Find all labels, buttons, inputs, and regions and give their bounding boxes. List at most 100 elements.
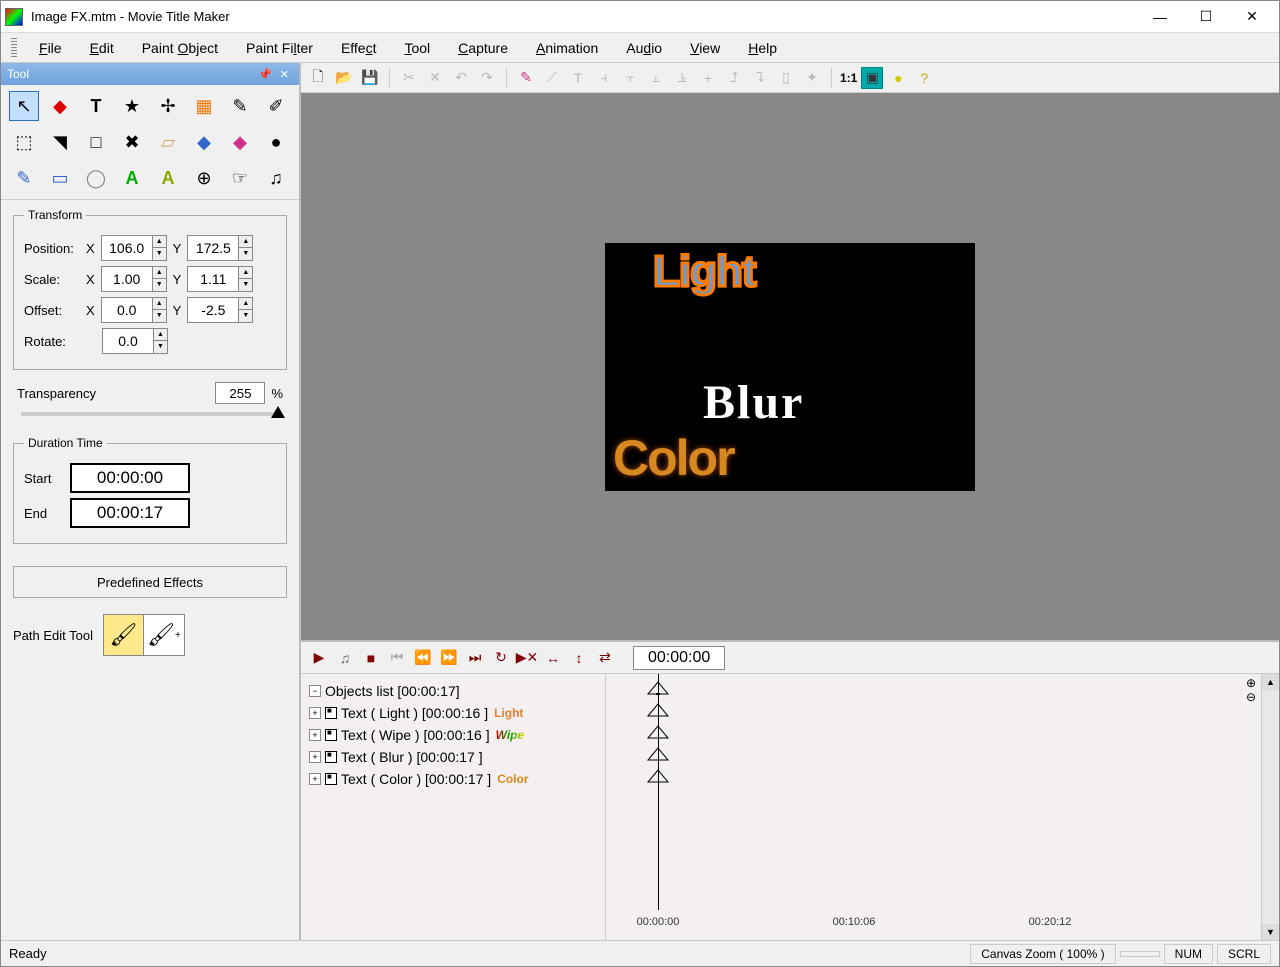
- object-row[interactable]: + Text ( Wipe ) [00:00:16 ] Wipe: [309, 724, 597, 746]
- collapse-icon[interactable]: −: [309, 685, 321, 697]
- path-add-brush-icon[interactable]: 🖌+: [144, 615, 184, 655]
- expand-icon[interactable]: +: [309, 707, 321, 719]
- track-key-color[interactable]: [646, 768, 670, 784]
- timeline-vertical-scrollbar[interactable]: ▲ ▼: [1261, 674, 1279, 940]
- scale-x-input[interactable]: ▲▼: [101, 266, 167, 292]
- rotate-input[interactable]: ▲▼: [102, 328, 168, 354]
- wand-icon[interactable]: ✦: [801, 67, 823, 89]
- canvas-text-light[interactable]: Light: [653, 247, 756, 297]
- circle-tool-icon[interactable]: ◯: [81, 163, 111, 193]
- align-center-icon[interactable]: ⫟: [619, 67, 641, 89]
- line-icon[interactable]: ⟋: [541, 67, 563, 89]
- menu-help[interactable]: Help: [736, 36, 789, 60]
- eraser-tool-icon[interactable]: ▱: [153, 127, 183, 157]
- crop-tool-icon[interactable]: ✢: [153, 91, 183, 121]
- text-a2-tool-icon[interactable]: A: [153, 163, 183, 193]
- object-row[interactable]: + Text ( Blur ) [00:00:17 ]: [309, 746, 597, 768]
- duration-start-input[interactable]: [70, 463, 190, 493]
- pen2-tool-icon[interactable]: ✐: [261, 91, 291, 121]
- star-tool-icon[interactable]: ★: [117, 91, 147, 121]
- help-icon[interactable]: ?: [913, 67, 935, 89]
- pointer-tool-icon[interactable]: ↖: [9, 91, 39, 121]
- select-area-tool-icon[interactable]: ⬚: [9, 127, 39, 157]
- position-y-input[interactable]: ▲▼: [187, 235, 253, 261]
- brush-icon[interactable]: ✎: [515, 67, 537, 89]
- keyframe-next-icon[interactable]: ▶✕: [517, 648, 537, 668]
- skip-end-icon[interactable]: ⏭: [465, 648, 485, 668]
- track-key-light[interactable]: [646, 702, 670, 718]
- timeline-tracks[interactable]: ⊕ ⊖ 00:00:00 00:10:06 00:20:12: [606, 674, 1261, 940]
- offset-y-input[interactable]: ▲▼: [187, 297, 253, 323]
- tools-icon[interactable]: ✖: [117, 127, 147, 157]
- screen-tool-icon[interactable]: ▭: [45, 163, 75, 193]
- menu-effect[interactable]: Effect: [329, 36, 389, 60]
- position-x-input[interactable]: ▲▼: [101, 235, 167, 261]
- visibility-checkbox[interactable]: [325, 707, 337, 719]
- play-icon[interactable]: ▶: [309, 648, 329, 668]
- close-button[interactable]: ✕: [1229, 2, 1275, 32]
- forward-icon[interactable]: ⏩: [439, 648, 459, 668]
- duration-end-input[interactable]: [70, 498, 190, 528]
- record-icon[interactable]: ●: [887, 67, 909, 89]
- save-file-icon[interactable]: 💾: [359, 67, 381, 89]
- object-row[interactable]: + Text ( Color ) [00:00:17 ] Color: [309, 768, 597, 790]
- repeat-icon[interactable]: ⇄: [595, 648, 615, 668]
- objects-header-row[interactable]: − Objects list [00:00:17]: [309, 680, 597, 702]
- menu-paint-filter[interactable]: Paint Filter: [234, 36, 325, 60]
- pencil-tool-icon[interactable]: ✎: [9, 163, 39, 193]
- blob-tool-icon[interactable]: ●: [261, 127, 291, 157]
- minimize-button[interactable]: —: [1137, 2, 1183, 32]
- scroll-down-icon[interactable]: ▼: [1262, 924, 1279, 940]
- predefined-effects-button[interactable]: Predefined Effects: [13, 566, 287, 598]
- add-icon[interactable]: +: [697, 67, 719, 89]
- transparency-input[interactable]: [215, 382, 265, 404]
- canvas[interactable]: Light Blur Color: [605, 243, 975, 491]
- canvas-text-color[interactable]: Color: [613, 429, 734, 487]
- loop-icon[interactable]: ↻: [491, 648, 511, 668]
- menu-animation[interactable]: Animation: [524, 36, 610, 60]
- hand-tool-icon[interactable]: ☞: [225, 163, 255, 193]
- delete-icon[interactable]: ✕: [424, 67, 446, 89]
- expand-icon[interactable]: +: [309, 773, 321, 785]
- expand-icon[interactable]: +: [309, 729, 321, 741]
- undo-icon[interactable]: ↶: [450, 67, 472, 89]
- rectangle-tool-icon[interactable]: □: [81, 127, 111, 157]
- group-icon[interactable]: ▯: [775, 67, 797, 89]
- send-back-icon[interactable]: ⮧: [749, 67, 771, 89]
- arrow-tool-icon[interactable]: ◥: [45, 127, 75, 157]
- redo-icon[interactable]: ↷: [476, 67, 498, 89]
- bucket-tool-icon[interactable]: ◆: [189, 127, 219, 157]
- screen-toggle-icon[interactable]: ▣: [861, 67, 883, 89]
- stop-icon[interactable]: ■: [361, 648, 381, 668]
- menu-view[interactable]: View: [678, 36, 732, 60]
- scroll-up-icon[interactable]: ▲: [1262, 674, 1279, 690]
- scale-y-input[interactable]: ▲▼: [187, 266, 253, 292]
- menu-tool[interactable]: Tool: [392, 36, 442, 60]
- new-file-icon[interactable]: 🗋: [307, 67, 329, 89]
- rewind-icon[interactable]: ⏪: [413, 648, 433, 668]
- menu-file[interactable]: File: [27, 36, 74, 60]
- canvas-area[interactable]: Light Blur Color: [301, 93, 1279, 640]
- cut-icon[interactable]: ✂: [398, 67, 420, 89]
- offset-x-input[interactable]: ▲▼: [101, 297, 167, 323]
- visibility-checkbox[interactable]: [325, 751, 337, 763]
- text-a1-tool-icon[interactable]: A: [117, 163, 147, 193]
- expand-icon[interactable]: +: [309, 751, 321, 763]
- skip-start-icon[interactable]: ⏮: [387, 648, 407, 668]
- maximize-button[interactable]: ☐: [1183, 2, 1229, 32]
- menu-audio[interactable]: Audio: [614, 36, 674, 60]
- menu-paint-object[interactable]: Paint Object: [130, 36, 230, 60]
- text-tool-icon[interactable]: T: [81, 91, 111, 121]
- zoom-tool-icon[interactable]: ⊕: [189, 163, 219, 193]
- open-file-icon[interactable]: 📂: [333, 67, 355, 89]
- align-left-icon[interactable]: ⫞: [593, 67, 615, 89]
- menu-edit[interactable]: Edit: [78, 36, 126, 60]
- visibility-checkbox[interactable]: [325, 729, 337, 741]
- text-icon[interactable]: T: [567, 67, 589, 89]
- transparency-slider[interactable]: [21, 412, 279, 416]
- horizontal-icon[interactable]: ↔: [543, 648, 563, 668]
- distribute-icon[interactable]: ⫡: [671, 67, 693, 89]
- visibility-checkbox[interactable]: [325, 773, 337, 785]
- menu-capture[interactable]: Capture: [446, 36, 520, 60]
- track-key-header[interactable]: [646, 680, 670, 696]
